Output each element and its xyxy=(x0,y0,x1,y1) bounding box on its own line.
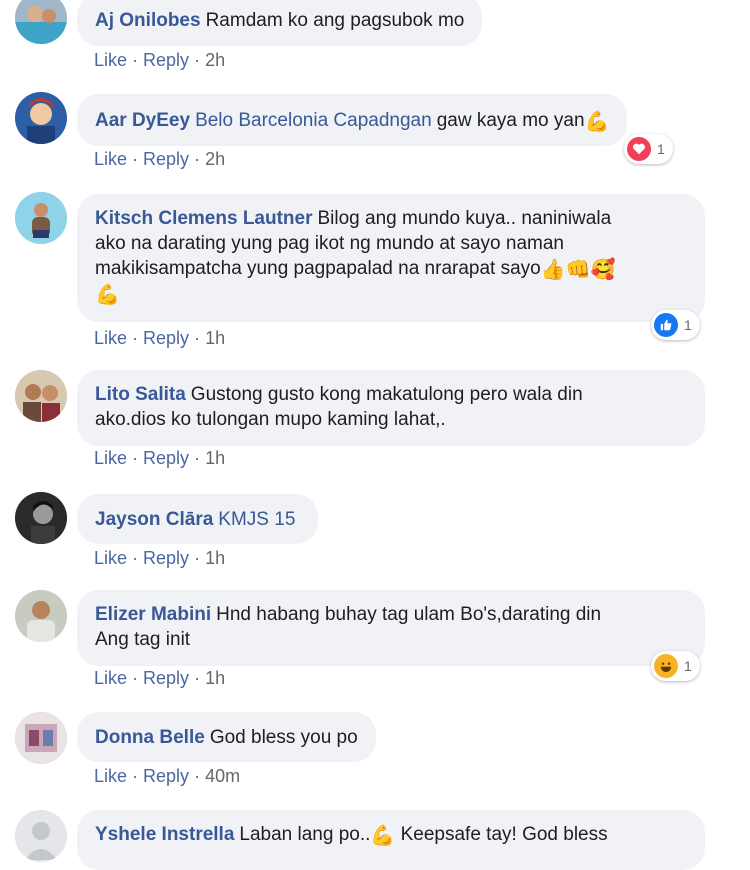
avatar[interactable] xyxy=(15,370,67,422)
comment-text: Keepsafe tay! God bless xyxy=(400,824,608,845)
comment-time[interactable]: 2h xyxy=(205,149,225,169)
avatar[interactable] xyxy=(15,92,67,144)
comment-bubble: Elizer Mabini Hnd habang buhay tag ulam B… xyxy=(77,590,705,666)
like-link[interactable]: Like xyxy=(94,548,127,568)
comment-time[interactable]: 1h xyxy=(205,448,225,468)
separator: · xyxy=(194,548,201,568)
comment-actions: Like · Reply · 1h xyxy=(94,548,225,569)
separator: · xyxy=(132,328,139,348)
flexed-biceps-emoji: 💪 xyxy=(584,111,610,133)
separator: · xyxy=(132,448,139,468)
separator: · xyxy=(194,149,201,169)
comment-author[interactable]: Aar DyEey xyxy=(95,110,190,131)
comment-text: God bless you po xyxy=(209,727,358,748)
separator: · xyxy=(132,548,139,568)
reaction-count: 1 xyxy=(684,317,692,333)
haha-reaction-icon xyxy=(654,654,678,678)
comment-bubble: Aar DyEey Belo Barcelonia Capadngan gaw ka… xyxy=(77,94,628,146)
avatar[interactable] xyxy=(15,590,67,642)
comment-author[interactable]: Kitsch Clemens Lautner xyxy=(95,208,313,229)
like-link[interactable]: Like xyxy=(94,149,127,169)
comment-bubble: Lito Salita Gustong gusto kong makatulong… xyxy=(77,370,705,446)
separator: · xyxy=(132,149,139,169)
reaction-summary[interactable]: 1 xyxy=(624,134,673,164)
comment-author[interactable]: Elizer Mabini xyxy=(95,604,211,625)
like-link[interactable]: Like xyxy=(94,50,127,70)
avatar[interactable] xyxy=(15,810,67,862)
comment-time[interactable]: 1h xyxy=(205,668,225,688)
reply-link[interactable]: Reply xyxy=(143,328,189,348)
heart-reaction-icon xyxy=(627,137,651,161)
avatar[interactable] xyxy=(15,712,67,764)
comment-author[interactable]: Jayson Clāra xyxy=(95,509,213,530)
comment-line: 💪 xyxy=(95,281,687,306)
comment-line: ako.dios ko tulongan mupo kaming lahat,. xyxy=(95,409,446,430)
comment-time[interactable]: 1h xyxy=(205,328,225,348)
comment-line: Ang tag init xyxy=(95,629,191,650)
comment-actions: Like · Reply · 2h xyxy=(94,50,225,71)
comment-author[interactable]: Aj Onilobes xyxy=(95,10,201,31)
comment-line: ako na darating yung pag ikot ng mundo a… xyxy=(95,233,564,254)
comment-actions: Like · Reply · 2h xyxy=(94,149,225,170)
comment-actions: Like · Reply · 1h xyxy=(94,448,225,469)
comment-bubble: Aj Onilobes Ramdam ko ang pagsubok mo xyxy=(77,0,483,46)
separator: · xyxy=(194,50,201,70)
reaction-summary[interactable]: 1 xyxy=(651,651,700,681)
like-link[interactable]: Like xyxy=(94,448,127,468)
comment-time[interactable]: 1h xyxy=(205,548,225,568)
separator: · xyxy=(194,766,201,786)
comment-actions: Like · Reply · 1h xyxy=(94,668,225,689)
separator: · xyxy=(194,328,201,348)
comment-actions: Like · Reply · 40m xyxy=(94,766,240,787)
comment-line: Kitsch Clemens Lautner Bilog ang mundo ku… xyxy=(95,206,687,231)
reply-link[interactable]: Reply xyxy=(143,668,189,688)
comment-line: Lito Salita Gustong gusto kong makatulong… xyxy=(95,382,687,407)
reply-link[interactable]: Reply xyxy=(143,448,189,468)
comment-author[interactable]: Lito Salita xyxy=(95,384,186,405)
comment-time[interactable]: 40m xyxy=(205,766,240,786)
reaction-summary[interactable]: 1 xyxy=(651,310,700,340)
comment-line: Elizer Mabini Hnd habang buhay tag ulam B… xyxy=(95,602,687,627)
reply-link[interactable]: Reply xyxy=(143,50,189,70)
like-link[interactable]: Like xyxy=(94,766,127,786)
separator: · xyxy=(194,668,201,688)
comment-bubble: Kitsch Clemens Lautner Bilog ang mundo ku… xyxy=(77,194,705,322)
separator: · xyxy=(132,668,139,688)
separator: · xyxy=(194,448,201,468)
comment-text: Hnd habang buhay tag ulam Bo's,darating … xyxy=(216,604,602,625)
comment-text: gaw kaya mo yan xyxy=(436,110,585,131)
comment-text: Gustong gusto kong makatulong pero wala … xyxy=(190,384,583,405)
comment-text: Ramdam ko ang pagsubok mo xyxy=(205,10,465,31)
reaction-emojis: 👍👊🥰 xyxy=(540,259,616,281)
separator: · xyxy=(132,766,139,786)
reply-link[interactable]: Reply xyxy=(143,766,189,786)
comment-author[interactable]: Donna Belle xyxy=(95,727,205,748)
reaction-count: 1 xyxy=(657,141,665,157)
comment-text: Laban lang po.. xyxy=(239,824,371,845)
avatar[interactable] xyxy=(15,0,67,44)
comment-text: makikisampatcha yung pagpapalad na nrara… xyxy=(95,258,541,279)
comment-bubble: Jayson Clāra KMJS 15 xyxy=(77,494,319,544)
thumbs-up-reaction-icon xyxy=(654,313,678,337)
like-link[interactable]: Like xyxy=(94,668,127,688)
flexed-biceps-emoji: 💪 xyxy=(95,284,120,306)
reply-link[interactable]: Reply xyxy=(143,149,189,169)
comment-bubble: Donna Belle God bless you po xyxy=(77,712,376,762)
flexed-biceps-emoji: 💪 xyxy=(370,825,396,847)
mention-link[interactable]: Belo Barcelonia Capadngan xyxy=(195,110,432,131)
comment-text: Bilog ang mundo kuya.. naniniwala xyxy=(317,208,612,229)
comment-author[interactable]: Yshele Instrella xyxy=(95,824,234,845)
avatar[interactable] xyxy=(15,492,67,544)
comment-line: makikisampatcha yung pagpapalad na nrara… xyxy=(95,256,687,281)
mention-link[interactable]: KMJS 15 xyxy=(218,509,295,530)
avatar[interactable] xyxy=(15,192,67,244)
comment-bubble: Yshele Instrella Laban lang po..💪 Keepsaf… xyxy=(77,810,705,870)
comment-actions: Like · Reply · 1h xyxy=(94,328,225,349)
reaction-count: 1 xyxy=(684,658,692,674)
reply-link[interactable]: Reply xyxy=(143,548,189,568)
like-link[interactable]: Like xyxy=(94,328,127,348)
separator: · xyxy=(132,50,139,70)
comment-time[interactable]: 2h xyxy=(205,50,225,70)
